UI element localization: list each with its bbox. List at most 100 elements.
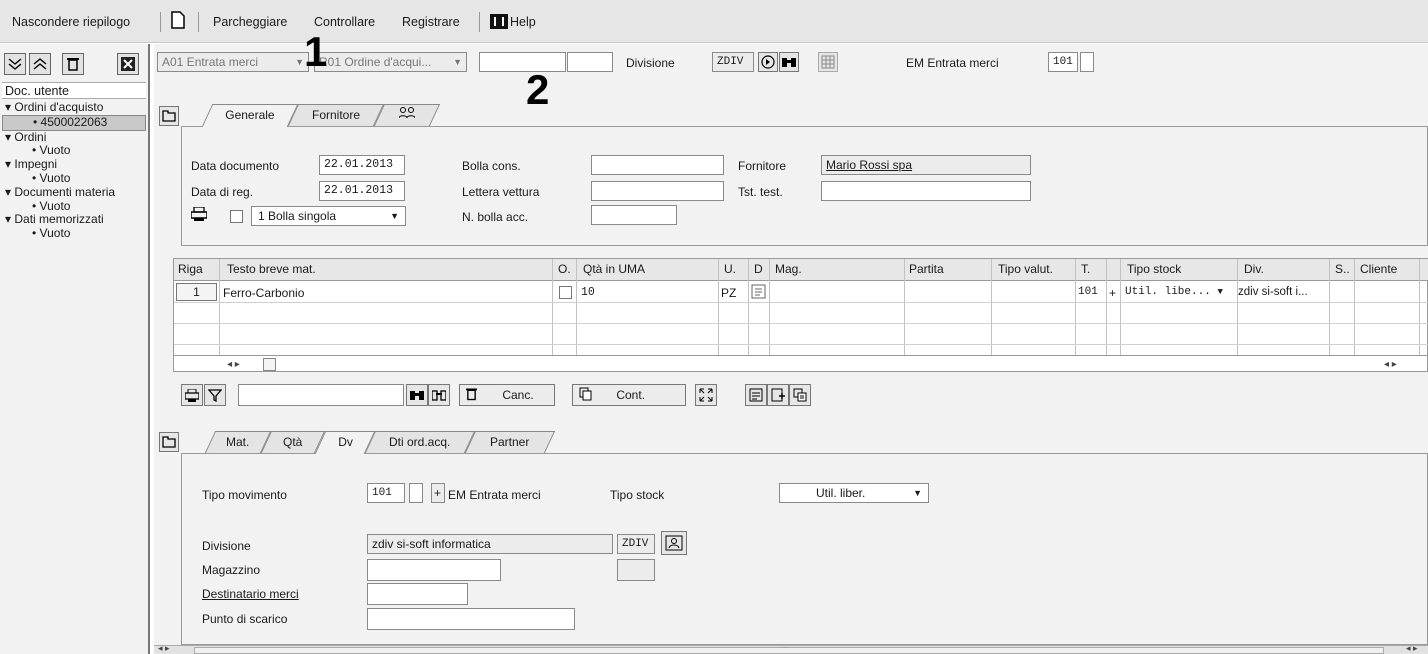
col-header-riga[interactable]: Riga (178, 262, 203, 276)
row-selector[interactable]: 1 (176, 283, 217, 301)
col-header-mag[interactable]: Mag. (775, 262, 802, 276)
movement-type-cell[interactable]: 101 (1078, 286, 1098, 298)
movement-type-field[interactable]: 101 (1048, 52, 1078, 72)
bill-of-lading-input[interactable] (591, 181, 724, 201)
goods-receipt-slip-input[interactable] (591, 205, 677, 225)
check-button[interactable]: Controllare (314, 15, 375, 29)
register-button[interactable]: Registrare (402, 15, 460, 29)
tab-po-data[interactable]: Dti ord.acq. (364, 431, 476, 453)
col-header-qta[interactable]: Qtà in UMA (583, 262, 645, 276)
find-icon[interactable] (406, 384, 428, 406)
help-button[interactable]: Help (510, 15, 536, 29)
tree-node-purchase-orders[interactable]: ▾ Ordini d'acquisto (2, 101, 146, 115)
division-code-detail-field[interactable]: ZDIV (617, 534, 655, 554)
scroll-left-right-icon[interactable]: ◂ ▸ (227, 359, 240, 370)
document-date-input[interactable]: 22.01.2013 (319, 155, 405, 175)
col-header-tipo-stock[interactable]: Tipo stock (1127, 262, 1181, 276)
tab-general[interactable]: Generale (201, 104, 299, 127)
goods-recipient-input[interactable] (367, 583, 468, 605)
document-year-input[interactable] (567, 52, 613, 72)
division-address-icon[interactable] (661, 531, 687, 555)
transaction-select[interactable]: A01 Entrata merci ▼ (157, 52, 309, 72)
supplier-field[interactable]: Mario Rossi spa (821, 155, 1031, 175)
park-button[interactable]: Parcheggiare (213, 15, 287, 29)
col-header-partita[interactable]: Partita (909, 262, 944, 276)
filter-icon[interactable] (204, 384, 226, 406)
document-number-input[interactable] (479, 52, 566, 72)
find-input[interactable] (238, 384, 404, 406)
stock-type-select[interactable]: Util. liber. ▼ (779, 483, 929, 503)
delete-button[interactable]: Canc. (459, 384, 555, 406)
grid-layout-icon[interactable] (818, 52, 838, 72)
new-document-icon[interactable] (171, 11, 185, 32)
execute-icon[interactable] (758, 52, 778, 72)
print-list-icon[interactable] (181, 384, 203, 406)
help-book-icon[interactable] (490, 14, 508, 32)
slip-type-select[interactable]: 1 Bolla singola ▼ (251, 206, 406, 226)
material-text-cell[interactable]: Ferro-Carbonio (223, 286, 304, 300)
scroll-right-icon[interactable]: ◂ ▸ (1406, 643, 1418, 654)
storage-location-input[interactable] (367, 559, 501, 581)
tree-node-orders[interactable]: ▾ Ordini (2, 131, 146, 145)
col-header-u[interactable]: U. (724, 262, 736, 276)
add-item-icon[interactable] (767, 384, 789, 406)
division-cell[interactable]: zdiv si-soft i... (1238, 286, 1328, 298)
trash-icon[interactable] (62, 53, 84, 75)
tree-leaf-empty[interactable]: • Vuoto (2, 144, 146, 158)
printer-icon[interactable] (190, 206, 208, 224)
col-header-testo[interactable]: Testo breve mat. (227, 262, 316, 276)
division-code-field[interactable]: ZDIV (712, 52, 754, 72)
tree-leaf-po-number[interactable]: • 4500022063 (2, 114, 146, 131)
tree-node-material-documents[interactable]: ▾ Documenti materia (2, 186, 146, 200)
col-header-s[interactable]: S.. (1335, 262, 1350, 276)
quantity-cell[interactable]: 10 (581, 286, 595, 299)
tree-node-saved-data[interactable]: ▾ Dati memorizzati (2, 213, 146, 227)
col-header-t[interactable]: T. (1081, 262, 1090, 276)
toggle-item-detail-icon[interactable] (159, 432, 179, 452)
tree-leaf-empty[interactable]: • Vuoto (2, 172, 146, 186)
print-checkbox[interactable] (230, 210, 243, 226)
binoculars-search-icon[interactable] (779, 52, 799, 72)
movement-indicator-field[interactable] (1080, 52, 1094, 72)
bottom-scrollbar[interactable]: ◂ ▸ ... ◂ ▸ (154, 640, 1428, 654)
col-header-tipo-valut[interactable]: Tipo valut. (998, 262, 1053, 276)
movement-label: EM Entrata merci (906, 56, 999, 70)
unit-cell[interactable]: PZ (721, 286, 736, 300)
expand-fullscreen-icon[interactable] (695, 384, 717, 406)
registration-date-input[interactable]: 22.01.2013 (319, 181, 405, 201)
col-header-div[interactable]: Div. (1244, 262, 1264, 276)
col-header-d[interactable]: D (754, 262, 763, 276)
close-panel-icon[interactable] (117, 53, 139, 75)
scroll-thumb[interactable] (194, 647, 1384, 654)
movement-type-input[interactable]: 101 (367, 483, 405, 503)
tree-node-commitments[interactable]: ▾ Impegni (2, 158, 146, 172)
horizontal-scrollbar[interactable] (263, 358, 276, 371)
item-overview-icon[interactable] (789, 384, 811, 406)
tab-partner[interactable]: Partner (464, 431, 556, 453)
goods-recipient-label[interactable]: Destinatario merci (202, 586, 299, 602)
column-scroll-icon[interactable]: ◂ ▸ (1384, 359, 1397, 370)
document-detail-icon[interactable] (751, 284, 767, 303)
stock-type-cell[interactable]: Util. libe... ▼ (1125, 286, 1223, 298)
tree-leaf-empty[interactable]: • Vuoto (2, 227, 146, 241)
find-next-icon[interactable] (428, 384, 450, 406)
tree-leaf-empty[interactable]: • Vuoto (2, 200, 146, 214)
toggle-header-icon[interactable] (159, 106, 179, 126)
tab-supplier[interactable]: Fornitore (287, 104, 385, 126)
hide-summary-button[interactable]: Nascondere riepilogo (12, 15, 130, 29)
header-text-input[interactable] (821, 181, 1031, 201)
tab-persons[interactable] (373, 104, 441, 126)
expand-all-icon[interactable] (4, 53, 26, 75)
unloading-point-input[interactable] (367, 608, 575, 630)
movement-type-extra-input[interactable] (409, 483, 423, 503)
scroll-left-icon[interactable]: ◂ ▸ (158, 643, 170, 654)
reference-document-select[interactable]: R01 Ordine d'acqui... ▼ (314, 52, 467, 72)
item-details-icon[interactable] (745, 384, 767, 406)
collapse-all-icon[interactable] (29, 53, 51, 75)
delivery-note-input[interactable] (591, 155, 724, 175)
separator (198, 12, 199, 32)
row-checkbox[interactable] (559, 286, 572, 302)
copy-button[interactable]: Cont. (572, 384, 686, 406)
col-header-cliente[interactable]: Cliente (1360, 262, 1397, 276)
col-header-o[interactable]: O. (558, 262, 571, 276)
